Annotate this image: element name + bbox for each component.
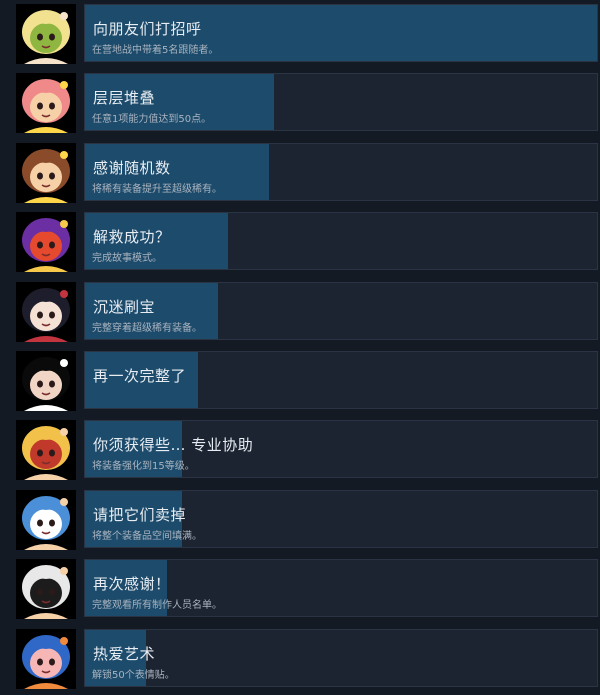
achievement-row[interactable]: 再一次完整了 bbox=[0, 350, 600, 412]
achievement-description: 将装备强化到15等级。 bbox=[92, 461, 195, 472]
blonde-girl-smile-icon bbox=[16, 4, 76, 64]
achievement-title: 再次感谢！ bbox=[93, 575, 171, 593]
achievement-title: 层层堆叠 bbox=[93, 89, 156, 107]
achievement-description: 将整个装备品空间填满。 bbox=[92, 531, 202, 542]
progress-bar: 感谢随机数 将稀有装备提升至超级稀有。 bbox=[84, 143, 598, 201]
progress-bar: 热爱艺术 解锁50个表情贴。 bbox=[84, 629, 598, 687]
purple-chaos-icon bbox=[16, 212, 76, 272]
blue-hair-girl-icon bbox=[16, 490, 76, 550]
achievement-title: 你须获得些… 专业协助 bbox=[93, 436, 254, 454]
achievement-title: 沉迷刷宝 bbox=[93, 298, 156, 316]
progress-bar: 请把它们卖掉 将整个装备品空间填满。 bbox=[84, 490, 598, 548]
achievement-title: 感谢随机数 bbox=[93, 159, 171, 177]
achievement-description: 任意1项能力值达到50点。 bbox=[92, 114, 212, 125]
achievement-row[interactable]: 层层堆叠 任意1项能力值达到50点。 bbox=[0, 72, 600, 134]
achievement-row[interactable]: 请把它们卖掉 将整个装备品空间填满。 bbox=[0, 489, 600, 551]
achievement-description: 完成故事模式。 bbox=[92, 253, 162, 264]
achievement-row[interactable]: 热爱艺术 解锁50个表情贴。 bbox=[0, 628, 600, 690]
progress-bar: 解救成功？ 完成故事模式。 bbox=[84, 212, 598, 270]
blonde-girl-sign-icon bbox=[16, 420, 76, 480]
achievement-row[interactable]: 感谢随机数 将稀有装备提升至超级稀有。 bbox=[0, 142, 600, 204]
achievement-description: 完整观看所有制作人员名单。 bbox=[92, 600, 222, 611]
progress-bar: 向朋友们打招呼 在营地战中带着5名跟随者。 bbox=[84, 4, 598, 62]
achievement-description: 将稀有装备提升至超级稀有。 bbox=[92, 184, 222, 195]
achievement-row[interactable]: 沉迷刷宝 完整穿着超级稀有装备。 bbox=[0, 281, 600, 343]
dark-hair-girl-icon bbox=[16, 282, 76, 342]
blue-hair-girl-fallen-icon bbox=[16, 629, 76, 689]
pink-hair-girl-wink-icon bbox=[16, 73, 76, 133]
achievement-row[interactable]: 你须获得些… 专业协助 将装备强化到15等级。 bbox=[0, 419, 600, 481]
achievement-description: 在营地战中带着5名跟随者。 bbox=[92, 45, 219, 56]
achievement-row[interactable]: 解救成功？ 完成故事模式。 bbox=[0, 211, 600, 273]
progress-bar: 沉迷刷宝 完整穿着超级稀有装备。 bbox=[84, 282, 598, 340]
achievement-title: 向朋友们打招呼 bbox=[93, 20, 202, 38]
white-hair-maid-icon bbox=[16, 559, 76, 619]
achievement-title: 再一次完整了 bbox=[93, 367, 187, 385]
achievement-title: 请把它们卖掉 bbox=[93, 506, 187, 524]
achievement-title: 热爱艺术 bbox=[93, 645, 156, 663]
achievement-description: 完整穿着超级稀有装备。 bbox=[92, 323, 202, 334]
progress-bar: 再一次完整了 bbox=[84, 351, 598, 409]
achievement-row[interactable]: 再次感谢！ 完整观看所有制作人员名单。 bbox=[0, 558, 600, 620]
brown-hair-girl-cheer-icon bbox=[16, 143, 76, 203]
achievement-title: 解救成功？ bbox=[93, 228, 171, 246]
progress-bar: 你须获得些… 专业协助 将装备强化到15等级。 bbox=[84, 420, 598, 478]
progress-bar: 层层堆叠 任意1项能力值达到50点。 bbox=[84, 73, 598, 131]
feet-icon bbox=[16, 351, 76, 411]
progress-bar: 再次感谢！ 完整观看所有制作人员名单。 bbox=[84, 559, 598, 617]
achievement-list: 向朋友们打招呼 在营地战中带着5名跟随者。 层层堆叠 任意1项能力值达到50点。… bbox=[0, 0, 600, 695]
achievement-description: 解锁50个表情贴。 bbox=[92, 670, 175, 681]
achievement-row[interactable]: 向朋友们打招呼 在营地战中带着5名跟随者。 bbox=[0, 3, 600, 65]
